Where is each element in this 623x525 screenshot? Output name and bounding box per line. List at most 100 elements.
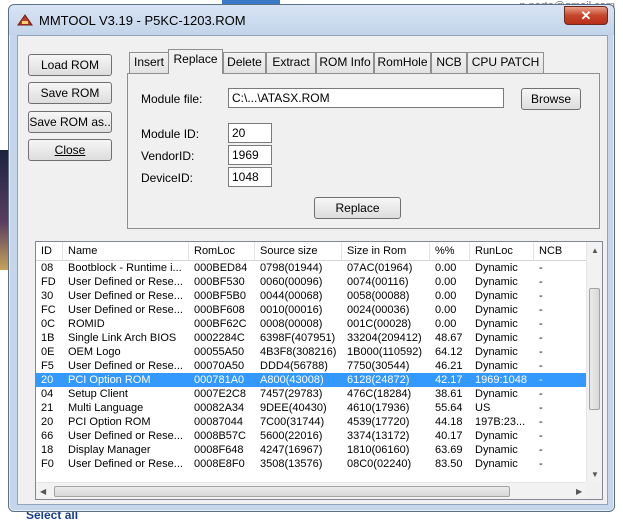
cell-percent: 38.61 — [435, 388, 463, 400]
cell-name: ROMID — [68, 318, 105, 330]
list-header: ID Name RomLoc Source size Size in Rom %… — [36, 242, 588, 261]
table-row[interactable]: 18 Display Manager 0008F648 4247(16967) 1810… — [36, 443, 588, 457]
tab-extract[interactable]: Extract — [266, 52, 316, 73]
module-file-input[interactable]: C:\...\ATASX.ROM — [228, 88, 504, 108]
cell-romloc: 0008E8F0 — [194, 458, 245, 470]
table-row[interactable]: 20 PCI Option ROM 000781A0 A800(43008) 6128(… — [36, 373, 588, 387]
table-row[interactable]: 1B Single Link Arch BIOS 0002284C 6398F(407… — [36, 331, 588, 345]
cell-ncb: - — [539, 430, 543, 442]
cell-ncb: - — [539, 332, 543, 344]
cell-percent: 55.64 — [435, 402, 463, 414]
vendor-id-label: VendorID: — [141, 149, 195, 163]
tab-replace[interactable]: Replace — [168, 49, 223, 74]
table-row[interactable]: F5 User Defined or Rese... 00070A50 DDD4(56… — [36, 359, 588, 373]
window-close-button[interactable]: ✕ — [564, 6, 608, 25]
tab-romhole[interactable]: RomHole — [374, 52, 431, 73]
tab-ncb[interactable]: NCB — [431, 52, 467, 73]
module-id-input[interactable]: 20 — [228, 123, 272, 143]
table-row[interactable]: 21 Multi Language 00082A34 9DEE(40430) 4610(… — [36, 401, 588, 415]
cell-size-in-rom: 6128(24872) — [347, 374, 410, 386]
cell-id: 20 — [41, 374, 54, 386]
cell-size-in-rom: 08C0(02240) — [347, 458, 412, 470]
vertical-scroll-thumb[interactable] — [589, 288, 600, 410]
table-row[interactable]: 66 User Defined or Rese... 0008B57C 5600(22… — [36, 429, 588, 443]
tab-rom-info[interactable]: ROM Info — [316, 52, 374, 73]
column-header-ncb[interactable]: NCB — [534, 242, 588, 260]
cell-runloc: Dynamic — [475, 458, 518, 470]
cell-romloc: 00087044 — [194, 416, 243, 428]
title-bar[interactable]: MMTOOL V3.19 - P5KC-1203.ROM ✕ — [9, 5, 614, 35]
cell-name: User Defined or Rese... — [68, 276, 183, 288]
cell-source-size: 4B3F8(308216) — [260, 346, 337, 358]
cell-percent: 83.50 — [435, 458, 463, 470]
table-row[interactable]: F0 User Defined or Rese... 0008E8F0 3508(13… — [36, 457, 588, 471]
cell-ncb: - — [539, 444, 543, 456]
cell-ncb: - — [539, 290, 543, 302]
scroll-up-icon[interactable]: ▲ — [591, 246, 599, 255]
table-row[interactable]: 30 User Defined or Rese... 000BF5B0 0044(00… — [36, 289, 588, 303]
cell-percent: 48.67 — [435, 332, 463, 344]
table-row[interactable]: 0E OEM Logo 00055A50 4B3F8(308216) 1B000(110… — [36, 345, 588, 359]
cell-size-in-rom: 0024(00036) — [347, 304, 410, 316]
cell-ncb: - — [539, 416, 543, 428]
tab-cpu-patch[interactable]: CPU PATCH — [467, 52, 544, 73]
horizontal-scrollbar[interactable]: ◀ ▶ — [36, 482, 588, 499]
cell-percent: 0.00 — [435, 262, 457, 274]
cell-runloc: Dynamic — [475, 304, 518, 316]
column-header-runloc[interactable]: RunLoc — [470, 242, 534, 260]
table-row[interactable]: 04 Setup Client 0007E2C8 7457(29783) 476C(18… — [36, 387, 588, 401]
scroll-down-icon[interactable]: ▼ — [591, 470, 599, 479]
table-row[interactable]: 08 Bootblock - Runtime i... 000BED84 0798(0… — [36, 261, 588, 275]
table-row[interactable]: 20 PCI Option ROM 00087044 7C00(31744) 4539(… — [36, 415, 588, 429]
table-row[interactable]: FC User Defined or Rese... 000BF608 0010(00… — [36, 303, 588, 317]
load-rom-button[interactable]: Load ROM — [28, 54, 112, 76]
cell-size-in-rom: 4610(17936) — [347, 402, 410, 414]
cell-romloc: 0007E2C8 — [194, 388, 246, 400]
column-header-name[interactable]: Name — [63, 242, 189, 260]
table-row[interactable]: 0C ROMID 000BF62C 0008(00008) 001C(00028) 0.0… — [36, 317, 588, 331]
cell-source-size: 4247(16967) — [260, 444, 323, 456]
cell-ncb: - — [539, 304, 543, 316]
save-rom-button[interactable]: Save ROM — [28, 82, 112, 104]
vertical-scrollbar[interactable]: ▲ ▼ — [586, 242, 602, 482]
cell-name: User Defined or Rese... — [68, 360, 183, 372]
cell-source-size: A800(43008) — [260, 374, 324, 386]
column-header-id[interactable]: ID — [36, 242, 63, 260]
cell-ncb: - — [539, 360, 543, 372]
browse-button[interactable]: Browse — [521, 88, 581, 110]
horizontal-scroll-thumb[interactable] — [54, 486, 510, 497]
cell-id: FD — [41, 276, 56, 288]
save-rom-as-button[interactable]: Save ROM as.. — [28, 111, 112, 133]
cell-romloc: 000781A0 — [194, 374, 245, 386]
vendor-id-input[interactable]: 1969 — [228, 145, 272, 165]
tab-insert[interactable]: Insert — [129, 52, 169, 73]
column-header-source-size[interactable]: Source size — [255, 242, 342, 260]
tab-delete[interactable]: Delete — [223, 52, 266, 73]
cell-source-size: 6398F(407951) — [260, 332, 336, 344]
window-title: MMTOOL V3.19 - P5KC-1203.ROM — [39, 13, 246, 28]
cell-runloc: Dynamic — [475, 332, 518, 344]
device-id-input[interactable]: 1048 — [228, 167, 272, 187]
app-icon — [17, 14, 33, 26]
cell-romloc: 000BED84 — [194, 262, 248, 274]
cell-ncb: - — [539, 402, 543, 414]
cell-romloc: 0008B57C — [194, 430, 246, 442]
cell-name: User Defined or Rese... — [68, 290, 183, 302]
cell-id: 04 — [41, 388, 54, 400]
cell-percent: 40.17 — [435, 430, 463, 442]
close-rom-button[interactable]: Close — [28, 139, 112, 161]
cell-romloc: 0008F648 — [194, 444, 244, 456]
column-header-romloc[interactable]: RomLoc — [189, 242, 255, 260]
cell-size-in-rom: 3374(13172) — [347, 430, 410, 442]
module-list[interactable]: ID Name RomLoc Source size Size in Rom %… — [35, 241, 603, 500]
table-row[interactable]: FD User Defined or Rese... 000BF530 0060(00… — [36, 275, 588, 289]
scroll-right-icon[interactable]: ▶ — [576, 487, 582, 496]
mmtool-window: MMTOOL V3.19 - P5KC-1203.ROM ✕ Load ROM … — [8, 4, 615, 512]
replace-button[interactable]: Replace — [314, 197, 401, 219]
cell-percent: 0.00 — [435, 318, 457, 330]
cell-size-in-rom: 0074(00116) — [347, 276, 409, 288]
scroll-left-icon[interactable]: ◀ — [40, 487, 46, 496]
column-header-percent[interactable]: %% — [430, 242, 470, 260]
column-header-size-in-rom[interactable]: Size in Rom — [342, 242, 430, 260]
cell-runloc: 1969:1048 — [475, 374, 527, 386]
